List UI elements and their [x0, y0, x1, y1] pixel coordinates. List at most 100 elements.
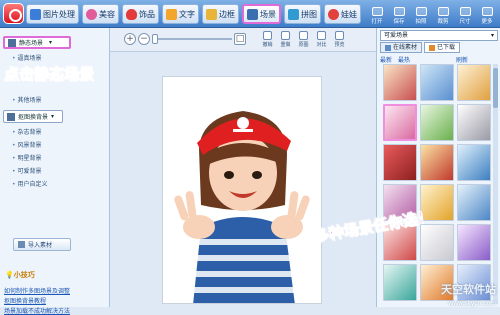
scene-thumbnail[interactable]	[420, 64, 454, 101]
scene-thumbnail[interactable]	[383, 144, 417, 181]
scene-thumbnail[interactable]	[383, 104, 417, 141]
lightbulb-icon: 💡	[5, 271, 14, 279]
download-icon	[429, 44, 436, 51]
original-icon	[299, 31, 308, 40]
scene-thumbnail-grid	[383, 64, 495, 301]
overlay-hint-text: 点击静态场景	[4, 65, 95, 84]
tab-label: 娃娃	[341, 9, 357, 19]
tab-label: 拼图	[301, 9, 317, 19]
tab-doll[interactable]: 娃娃	[324, 4, 361, 24]
tab-accessories[interactable]: 饰品	[122, 4, 159, 24]
size-label: 尺寸	[459, 19, 471, 25]
doll-icon	[328, 8, 339, 20]
open-label: 打开	[371, 19, 383, 25]
more-icon	[481, 7, 493, 16]
tip-link[interactable]: 抠图换背景教程	[4, 296, 46, 305]
photo-canvas[interactable]	[110, 52, 376, 307]
save-label: 保存	[393, 19, 405, 25]
size-button[interactable]: 尺寸	[454, 3, 476, 25]
zoom-in-button[interactable]: +	[124, 33, 136, 45]
scene-thumbnail[interactable]	[383, 264, 417, 301]
tab-online-material[interactable]: 在线素材	[380, 42, 423, 53]
compare-icon	[317, 31, 326, 40]
file-actions: 打开 保存 拍照 裁剪 尺寸 更多	[366, 3, 498, 25]
tips-title: 💡小技巧	[5, 271, 35, 279]
camera-button[interactable]: 拍照	[410, 3, 432, 25]
camera-icon	[415, 7, 427, 16]
undo-button[interactable]: 撤销	[260, 31, 275, 51]
scene-thumbnail[interactable]	[457, 144, 491, 181]
cutout-bg-label: 抠图换背景	[18, 114, 49, 121]
more-button[interactable]: 更多	[476, 3, 498, 25]
list-item[interactable]: 可爱背景	[12, 166, 41, 175]
save-button[interactable]: 保存	[388, 3, 410, 25]
refresh-link[interactable]: 刷新	[456, 55, 468, 64]
undo-label: 撤销	[262, 42, 273, 48]
scene-thumbnail[interactable]	[457, 184, 491, 221]
crop-button[interactable]: 裁剪	[432, 3, 454, 25]
scene-thumbnail[interactable]	[420, 224, 454, 261]
tab-label: 美容	[99, 9, 115, 19]
photo-illustration	[163, 77, 321, 303]
scene-thumbnail[interactable]	[457, 224, 491, 261]
chevron-down-icon: ▾	[51, 113, 55, 120]
tip-link[interactable]: 场景加载不成功解决方法	[4, 306, 70, 315]
list-item[interactable]: 明星背景	[12, 153, 41, 162]
tab-frame[interactable]: 边框	[202, 4, 239, 24]
app-logo	[3, 3, 24, 24]
tab-beauty[interactable]: 美容	[82, 4, 119, 24]
tab-puzzle[interactable]: 拼图	[284, 4, 321, 24]
puzzle-icon	[288, 8, 299, 20]
chevron-down-icon: ▾	[49, 39, 53, 46]
redo-button[interactable]: 重做	[278, 31, 293, 51]
original-button[interactable]: 原图	[296, 31, 311, 51]
static-scene-dropdown[interactable]: 静态场景 ▾	[3, 36, 71, 49]
static-scene-label: 静态场景	[19, 40, 44, 47]
list-item[interactable]: 其他场景	[12, 95, 41, 104]
tab-downloaded[interactable]: 已下载	[424, 42, 461, 53]
tab-label: 图片处理	[43, 9, 75, 19]
scene-thumbnail[interactable]	[420, 144, 454, 181]
cutout-bg-dropdown[interactable]: 抠图换背景 ▾	[3, 110, 63, 123]
heart-icon	[126, 8, 137, 20]
tab-downloaded-label: 已下载	[437, 44, 456, 51]
scene-category-select[interactable]: 可爱场景 ▾	[380, 30, 498, 41]
list-item[interactable]: 杂志背景	[12, 127, 41, 136]
folder-icon	[371, 7, 383, 16]
camera-label: 拍照	[415, 19, 427, 25]
preview-icon	[335, 31, 344, 40]
open-button[interactable]: 打开	[366, 3, 388, 25]
tab-text[interactable]: 文字	[162, 4, 199, 24]
tip-link[interactable]: 如何制作多图场景及调整	[4, 286, 70, 295]
scene-icon	[8, 38, 16, 47]
zoom-slider-knob[interactable]	[152, 34, 158, 44]
crop-label: 裁剪	[437, 19, 449, 25]
zoom-slider[interactable]	[152, 34, 232, 44]
tab-photo-edit[interactable]: 图片处理	[26, 4, 79, 24]
left-panel: 静态场景 ▾ 点击静态场景 逼真场景 其他场景 抠图换背景 ▾ 杂志背景 风景背…	[0, 28, 110, 315]
list-item[interactable]: 逼真场景	[12, 53, 41, 62]
list-item[interactable]: 风景背景	[12, 140, 41, 149]
preview-button[interactable]: 预览	[332, 31, 347, 51]
redo-label: 重做	[280, 42, 291, 48]
compare-button[interactable]: 对比	[314, 31, 329, 51]
scene-thumbnail[interactable]	[383, 64, 417, 101]
edit-toolbar: + − □ 撤销 重做 原图 对比 预览	[110, 28, 376, 52]
tab-label: 饰品	[139, 9, 155, 19]
watermark: 天空软件站	[441, 283, 496, 296]
list-item[interactable]: 用户自定义	[12, 179, 47, 188]
scene-icon	[247, 8, 258, 20]
import-button[interactable]: 导入素材	[13, 238, 71, 251]
tab-scene[interactable]: 场景	[242, 4, 281, 24]
scene-category-value: 可爱场景	[384, 32, 409, 39]
fit-window-button[interactable]: □	[234, 33, 246, 45]
zoom-out-button[interactable]: −	[138, 33, 150, 45]
redo-icon	[281, 31, 290, 40]
scene-thumbnail[interactable]	[457, 64, 491, 101]
sort-newest[interactable]: 最新	[380, 55, 392, 64]
sort-hottest[interactable]: 最热	[398, 55, 410, 64]
scene-thumbnail[interactable]	[457, 104, 491, 141]
undo-icon	[263, 31, 272, 40]
scene-thumbnail[interactable]	[420, 104, 454, 141]
thumbnail-scrollbar[interactable]	[493, 64, 498, 304]
